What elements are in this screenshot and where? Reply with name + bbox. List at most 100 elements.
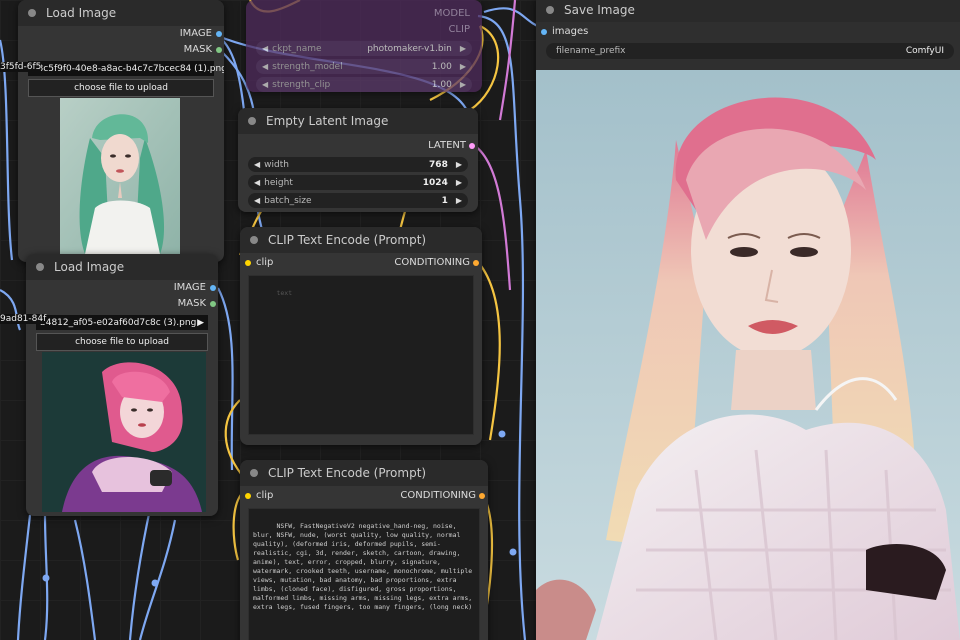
wire-left-1 <box>0 39 14 261</box>
node-title-label: Load Image <box>46 6 117 20</box>
clip-text-encode-node-negative[interactable]: CLIP Text Encode (Prompt) clip CONDITION… <box>240 460 488 640</box>
photomaker-loader-node[interactable]: MODEL CLIP ◀ ckpt_name photomaker-v1.bin… <box>246 0 482 92</box>
input-images[interactable]: images <box>536 24 960 40</box>
output-label: MASK <box>183 44 212 55</box>
decrement-arrow-icon[interactable]: ◀ <box>254 160 260 169</box>
upload-button[interactable]: choose file to upload <box>36 333 208 351</box>
output-label: IMAGE <box>173 282 206 293</box>
decrement-arrow-icon[interactable]: ◀ <box>262 44 268 53</box>
image-preview <box>42 352 206 512</box>
image-input-socket[interactable] <box>541 29 547 35</box>
decrement-arrow-icon[interactable]: ◀ <box>262 62 268 71</box>
decrement-arrow-icon[interactable]: ◀ <box>254 178 260 187</box>
node-title[interactable]: CLIP Text Encode (Prompt) <box>240 227 482 253</box>
clip-input-socket[interactable] <box>245 260 251 266</box>
widget-batch-size[interactable]: ◀ batch_size 1 ▶ <box>248 193 468 208</box>
decrement-arrow-icon[interactable]: ◀ <box>254 196 260 205</box>
node-collapse-dot[interactable] <box>36 263 44 271</box>
widget-height[interactable]: ◀ height 1024 ▶ <box>248 175 468 190</box>
widget-value: 1024 <box>422 177 448 188</box>
node-canvas[interactable]: Load Image IMAGE MASK e8c5f9f0-40e8-a8ac… <box>0 0 960 640</box>
node-collapse-dot[interactable] <box>28 9 36 17</box>
reroute-dot <box>151 579 159 587</box>
output-label: CONDITIONING <box>400 490 476 501</box>
widget-value: 1 <box>441 195 448 206</box>
output-label: CLIP <box>448 24 470 35</box>
image-socket[interactable] <box>216 31 222 37</box>
widget-value: photomaker-v1.bin <box>367 43 452 54</box>
next-arrow-icon[interactable]: ▶ <box>197 318 204 328</box>
node-title-label: Load Image <box>54 260 125 274</box>
upload-button[interactable]: choose file to upload <box>28 79 214 97</box>
filename-overflow-text: 3f5fd-6f5 <box>0 62 42 72</box>
empty-latent-image-node[interactable]: Empty Latent Image LATENT ◀ width 768 ▶ … <box>238 108 478 212</box>
reroute-dot <box>498 430 506 438</box>
increment-arrow-icon[interactable]: ▶ <box>456 160 462 169</box>
image-filename-select[interactable]: b4812_af05-e02af60d7c8c (3).png ▶ <box>36 315 208 330</box>
increment-arrow-icon[interactable]: ▶ <box>460 44 466 53</box>
output-clip[interactable]: CLIP <box>246 22 482 38</box>
conditioning-output-socket[interactable] <box>473 260 479 266</box>
node-collapse-dot[interactable] <box>546 6 554 14</box>
node-title[interactable]: Empty Latent Image <box>238 108 478 134</box>
node-title-label: Empty Latent Image <box>266 114 389 128</box>
image-preview <box>60 98 180 254</box>
output-label: IMAGE <box>179 28 212 39</box>
output-model[interactable]: MODEL <box>246 6 482 22</box>
widget-label: batch_size <box>264 195 312 206</box>
output-label: MODEL <box>433 8 470 19</box>
node-title[interactable]: Load Image <box>26 254 218 280</box>
output-label: LATENT <box>428 140 466 151</box>
widget-strength-model[interactable]: ◀ strength_model 1.00 ▶ <box>256 59 472 74</box>
node-collapse-dot[interactable] <box>250 236 258 244</box>
io-clip-conditioning[interactable]: clip CONDITIONING <box>240 255 482 271</box>
widget-label: filename_prefix <box>556 46 626 56</box>
widget-filename-prefix[interactable]: filename_prefix ComfyUI <box>546 43 954 59</box>
conditioning-output-socket[interactable] <box>479 493 485 499</box>
increment-arrow-icon[interactable]: ▶ <box>460 62 466 71</box>
increment-arrow-icon[interactable]: ▶ <box>456 196 462 205</box>
node-collapse-dot[interactable] <box>248 117 256 125</box>
output-image[interactable]: IMAGE <box>18 26 224 42</box>
io-clip-conditioning[interactable]: clip CONDITIONING <box>240 488 488 504</box>
widget-width[interactable]: ◀ width 768 ▶ <box>248 157 468 172</box>
widget-value: 768 <box>429 159 448 170</box>
node-collapse-dot[interactable] <box>250 469 258 477</box>
wire-latent-2 <box>498 0 517 121</box>
node-title[interactable]: Save Image <box>536 0 960 22</box>
node-title[interactable]: CLIP Text Encode (Prompt) <box>240 460 488 486</box>
node-title[interactable]: Load Image <box>18 0 224 26</box>
output-mask[interactable]: MASK <box>26 296 218 312</box>
increment-arrow-icon[interactable]: ▶ <box>456 178 462 187</box>
wire-left-5 <box>73 519 97 640</box>
widget-label: strength_clip <box>272 79 331 90</box>
output-image[interactable]: IMAGE <box>26 280 218 296</box>
output-latent[interactable]: LATENT <box>238 138 478 154</box>
node-title-label: CLIP Text Encode (Prompt) <box>268 466 427 480</box>
mask-socket[interactable] <box>216 47 222 53</box>
prompt-text: NSFW, FastNegativeV2 negative_hand-neg, … <box>253 522 477 611</box>
widget-value: 1.00 <box>431 79 452 90</box>
save-image-node[interactable]: Save Image images filename_prefix ComfyU… <box>536 0 960 640</box>
load-image-node-1[interactable]: Load Image IMAGE MASK e8c5f9f0-40e8-a8ac… <box>18 0 224 262</box>
output-label: CONDITIONING <box>394 257 470 268</box>
prompt-text-area[interactable]: text <box>248 275 474 435</box>
node-title-label: Save Image <box>564 3 635 17</box>
image-filename-select[interactable]: e8c5f9f0-40e8-a8ac-b4c7c7bcec84 (1).png … <box>28 61 224 76</box>
clip-input-socket[interactable] <box>245 493 251 499</box>
image-socket[interactable] <box>210 285 216 291</box>
clip-text-encode-node-positive[interactable]: CLIP Text Encode (Prompt) clip CONDITION… <box>240 227 482 445</box>
output-mask[interactable]: MASK <box>18 42 224 58</box>
increment-arrow-icon[interactable]: ▶ <box>460 80 466 89</box>
output-label: MASK <box>177 298 206 309</box>
output-image-preview <box>536 70 960 640</box>
widget-strength-clip[interactable]: ◀ strength_clip 1.00 ▶ <box>256 77 472 92</box>
decrement-arrow-icon[interactable]: ◀ <box>262 80 268 89</box>
prompt-placeholder: text <box>276 289 293 297</box>
input-label: images <box>552 26 589 37</box>
prompt-text-area[interactable]: NSFW, FastNegativeV2 negative_hand-neg, … <box>248 508 480 640</box>
latent-socket[interactable] <box>469 143 475 149</box>
mask-socket[interactable] <box>210 301 216 307</box>
widget-ckpt-name[interactable]: ◀ ckpt_name photomaker-v1.bin ▶ <box>256 41 472 56</box>
load-image-node-2[interactable]: Load Image IMAGE MASK b4812_af05-e02af60… <box>26 254 218 516</box>
